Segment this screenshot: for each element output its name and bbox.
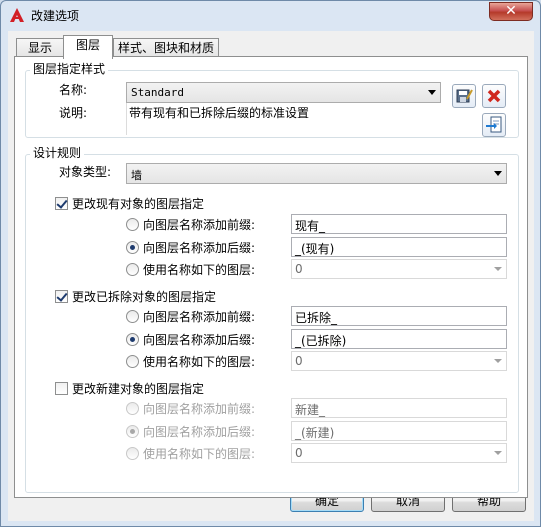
object-type-label: 对象类型: xyxy=(59,165,112,179)
new-objects-checkbox[interactable] xyxy=(55,382,68,395)
new-prefix-input[interactable]: 新建_ xyxy=(291,398,507,418)
existing-prefix-label: 向图层名称添加前缀: xyxy=(143,218,256,232)
autocad-logo-icon xyxy=(10,8,24,22)
demolished-suffix-radio[interactable] xyxy=(126,333,139,346)
chevron-down-icon xyxy=(494,359,502,363)
new-prefix-radio[interactable] xyxy=(126,402,139,415)
new-layer-dropdown[interactable]: 0 xyxy=(291,443,507,463)
demolished-layer-value: 0 xyxy=(295,354,303,368)
delete-style-button[interactable] xyxy=(482,84,506,108)
style-name-label: 名称: xyxy=(59,83,88,97)
window-title: 改建选项 xyxy=(31,9,80,23)
new-suffix-input[interactable]: _(新建) xyxy=(291,421,507,441)
existing-objects-checkbox[interactable] xyxy=(55,197,68,210)
new-prefix-label: 向图层名称添加前缀: xyxy=(143,402,256,416)
object-type-value: 墙 xyxy=(131,169,142,182)
title-bar: 改建选项 ✕ xyxy=(1,1,540,29)
style-description-label: 说明: xyxy=(59,106,88,120)
layers-tab-panel: 图层指定样式 名称: Standard 说明: 带有现有和已拆除后缀的标准设置 xyxy=(14,56,528,498)
save-style-button[interactable] xyxy=(452,84,476,108)
tab-label: 图层 xyxy=(75,38,100,52)
existing-suffix-label: 向图层名称添加后缀: xyxy=(143,241,256,255)
existing-prefix-radio[interactable] xyxy=(126,218,139,231)
style-name-dropdown[interactable]: Standard xyxy=(126,82,441,103)
style-description-text: 带有现有和已拆除后缀的标准设置 xyxy=(129,106,310,120)
save-style-icon xyxy=(456,89,473,103)
existing-suffix-radio[interactable] xyxy=(126,241,139,254)
existing-suffix-input[interactable]: _(现有) xyxy=(291,237,507,257)
new-suffix-radio[interactable] xyxy=(126,425,139,438)
dialog-client: 显示 图层 样式、图块和材质 图层指定样式 名称: Standard 说明: 带… xyxy=(8,31,534,521)
dialog-window: 改建选项 ✕ 显示 图层 样式、图块和材质 图层指定样式 名称: Standar… xyxy=(0,0,541,527)
demolished-layer-dropdown[interactable]: 0 xyxy=(291,351,507,371)
existing-suffix-value: _(现有) xyxy=(295,242,335,256)
style-description-box: 带有现有和已拆除后缀的标准设置 xyxy=(126,103,441,135)
new-suffix-value: _(新建) xyxy=(295,426,335,440)
tab-label: 显示 xyxy=(27,41,52,55)
chevron-down-icon xyxy=(428,90,436,95)
close-icon: ✕ xyxy=(505,3,517,19)
delete-style-icon xyxy=(487,89,501,103)
tab-label: 样式、图块和材质 xyxy=(117,41,214,55)
demolished-layer-label: 使用名称如下的图层: xyxy=(143,355,256,369)
demolished-suffix-value: _(已拆除) xyxy=(295,334,347,348)
tab-layers[interactable]: 图层 xyxy=(63,35,113,59)
design-rules-group-title: 设计规则 xyxy=(30,146,85,160)
existing-objects-label: 更改现有对象的图层指定 xyxy=(72,197,205,211)
chevron-down-icon xyxy=(494,267,502,271)
demolished-objects-label: 更改已拆除对象的图层指定 xyxy=(72,290,217,304)
demolished-suffix-label: 向图层名称添加后缀: xyxy=(143,333,256,347)
demolished-prefix-radio[interactable] xyxy=(126,310,139,323)
demolished-prefix-value: 已拆除_ xyxy=(295,311,338,325)
new-objects-label: 更改新建对象的图层指定 xyxy=(72,382,205,396)
new-prefix-value: 新建_ xyxy=(295,403,326,417)
demolished-layer-radio[interactable] xyxy=(126,355,139,368)
layer-style-group-title: 图层指定样式 xyxy=(30,62,109,76)
object-type-dropdown[interactable]: 墙 xyxy=(126,163,507,184)
demolished-suffix-input[interactable]: _(已拆除) xyxy=(291,329,507,349)
new-suffix-label: 向图层名称添加后缀: xyxy=(143,425,256,439)
existing-layer-dropdown[interactable]: 0 xyxy=(291,259,507,279)
close-button[interactable]: ✕ xyxy=(489,2,533,21)
new-layer-value: 0 xyxy=(295,446,303,460)
demolished-prefix-label: 向图层名称添加前缀: xyxy=(143,310,256,324)
new-layer-radio[interactable] xyxy=(126,447,139,460)
existing-prefix-input[interactable]: 现有_ xyxy=(291,214,507,234)
new-layer-label: 使用名称如下的图层: xyxy=(143,447,256,461)
chevron-down-icon xyxy=(494,451,502,455)
existing-layer-radio[interactable] xyxy=(126,263,139,276)
chevron-down-icon xyxy=(494,171,502,176)
existing-layer-label: 使用名称如下的图层: xyxy=(143,263,256,277)
existing-prefix-value: 现有_ xyxy=(295,219,326,233)
style-name-value: Standard xyxy=(131,86,184,99)
import-style-button[interactable] xyxy=(482,113,506,137)
existing-layer-value: 0 xyxy=(295,262,303,276)
demolished-objects-checkbox[interactable] xyxy=(55,290,68,303)
import-style-icon xyxy=(486,116,502,133)
demolished-prefix-input[interactable]: 已拆除_ xyxy=(291,306,507,326)
